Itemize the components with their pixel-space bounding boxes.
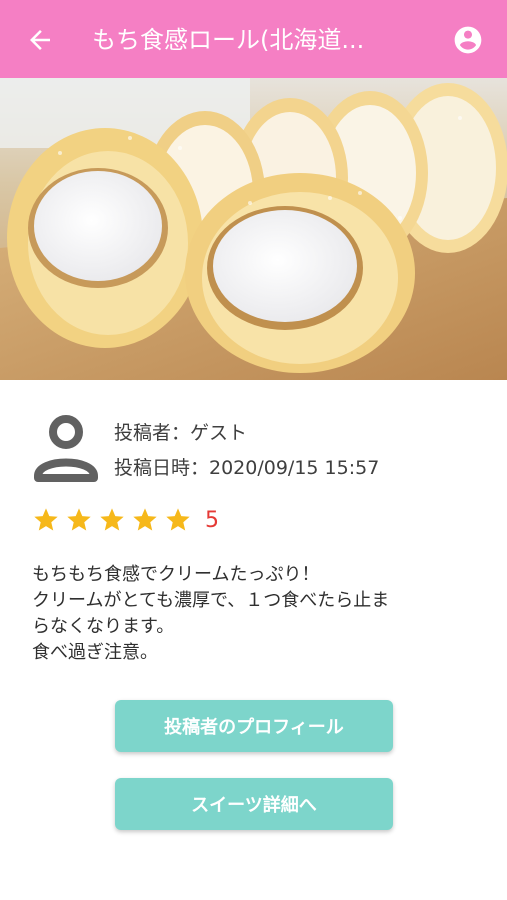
sweets-detail-button[interactable]: スイーツ詳細へ [115, 778, 393, 830]
account-circle-icon [454, 26, 482, 54]
back-button[interactable] [22, 22, 58, 58]
comment-line: らなくなります。 [32, 616, 175, 637]
review-comment: もちもち食感でクリームたっぷり！ クリームがとても濃厚で、１つ食べたら止ま らな… [32, 562, 482, 666]
page-title: もち食感ロール(北海道... [92, 26, 365, 54]
comment-line: クリームがとても濃厚で、１つ食べたら止ま [32, 590, 390, 611]
star-icon [166, 508, 190, 531]
star-icon [34, 508, 58, 531]
arrow-left-icon [30, 30, 50, 50]
star-icon [67, 508, 91, 531]
star-icon [133, 508, 157, 531]
person-icon [34, 415, 98, 482]
comment-line: 食べ過ぎ注意。 [32, 642, 158, 663]
rating: 5 [32, 504, 219, 536]
poster-profile-button[interactable]: 投稿者のプロフィール [115, 700, 393, 752]
star-icon [100, 508, 124, 531]
hero-image [0, 78, 507, 380]
account-button[interactable] [450, 22, 486, 58]
post-date: 投稿日時：2020/09/15 15:57 [114, 457, 380, 479]
comment-line: もちもち食感でクリームたっぷり！ [32, 564, 320, 585]
poster-label: 投稿者：ゲスト [114, 422, 248, 444]
app-bar: もち食感ロール(北海道... [0, 0, 507, 78]
rating-value: 5 [205, 507, 219, 533]
